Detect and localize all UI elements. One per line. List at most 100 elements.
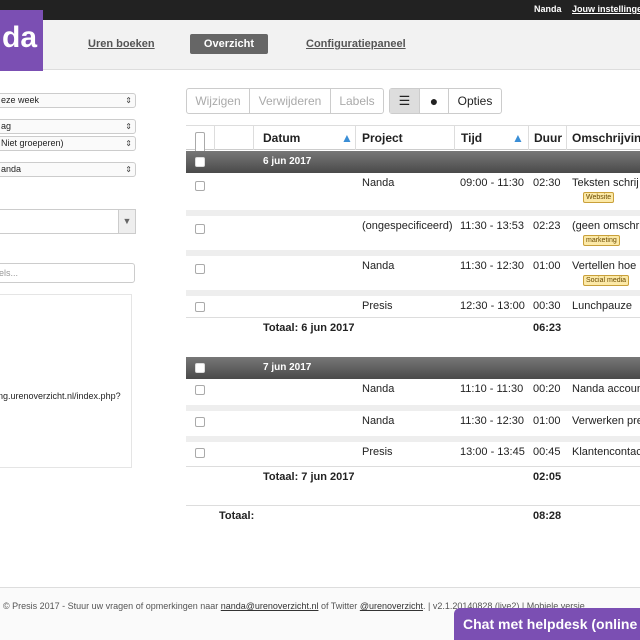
- user-select[interactable]: anda ⇕: [0, 162, 136, 177]
- col-omschrijving[interactable]: Omschrijvin: [572, 126, 640, 150]
- edit-toolbar: Wijzigen Verwijderen Labels: [186, 88, 384, 114]
- row-project: Presis: [362, 446, 393, 458]
- export-url[interactable]: ng.urenoverzicht.nl/index.php?: [0, 391, 121, 401]
- logo[interactable]: da: [0, 10, 43, 71]
- row-checkbox[interactable]: [195, 417, 205, 427]
- grand-total-label: Totaal:: [219, 510, 255, 522]
- col-tijd[interactable]: Tijd: [461, 126, 482, 150]
- row-time: 09:00 - 11:30: [460, 177, 525, 189]
- row-project: Nanda: [362, 260, 395, 272]
- group-total-label: Totaal: 7 jun 2017: [263, 471, 355, 483]
- row-project: Nanda: [362, 177, 395, 189]
- row-time: 11:30 - 12:30: [460, 415, 525, 427]
- row-duration: 00:30: [533, 300, 561, 312]
- row-checkbox[interactable]: [195, 385, 205, 395]
- grand-total: Totaal: 08:28: [186, 505, 640, 529]
- table-row[interactable]: (ongespecificeerd) 11:30 - 13:53 02:23 (…: [186, 210, 640, 250]
- chevron-down-icon[interactable]: ▼: [118, 210, 135, 233]
- col-duur[interactable]: Duur: [534, 126, 562, 150]
- delete-button[interactable]: Verwijderen: [250, 89, 331, 113]
- group-date: 7 jun 2017: [263, 362, 312, 373]
- row-time: 11:30 - 13:53: [460, 220, 525, 232]
- current-user: Nanda: [534, 4, 562, 14]
- sort-asc-icon[interactable]: ▲: [512, 126, 524, 150]
- select-arrow-icon: ⇕: [125, 139, 132, 148]
- row-time: 11:10 - 11:30: [460, 383, 524, 395]
- chat-helpdesk-button[interactable]: Chat met helpdesk (online: [454, 608, 640, 640]
- labels-button[interactable]: Labels: [331, 89, 383, 113]
- table-row[interactable]: Nanda 11:10 - 11:30 00:20 Nanda accoun: [186, 379, 640, 405]
- date-group-header: 7 jun 2017: [186, 357, 640, 379]
- row-duration: 01:00: [533, 260, 561, 272]
- period-value: eze week: [1, 95, 40, 105]
- export-panel: [0, 294, 132, 468]
- row-project: Nanda: [362, 383, 395, 395]
- row-time: 11:30 - 12:30: [460, 260, 525, 272]
- row-description: Verwerken pre: [572, 415, 640, 427]
- row-duration: 00:45: [533, 446, 561, 458]
- row-checkbox[interactable]: [195, 224, 205, 234]
- group1-value: ag: [1, 121, 12, 131]
- table-row[interactable]: Presis 13:00 - 13:45 00:45 Klantencontac: [186, 436, 640, 466]
- row-checkbox[interactable]: [195, 264, 205, 274]
- col-datum[interactable]: Datum: [263, 126, 300, 150]
- group-total-value: 02:05: [533, 471, 562, 483]
- group-select-1[interactable]: ag ⇕: [0, 119, 136, 134]
- row-checkbox[interactable]: [195, 448, 205, 458]
- row-description: (geen omschri: [572, 220, 640, 232]
- user-value: anda: [1, 164, 22, 174]
- list-view-icon[interactable]: ☰: [390, 89, 420, 113]
- table-row[interactable]: Nanda 09:00 - 11:30 02:30 Teksten schrij…: [186, 173, 640, 210]
- main-nav: Uren boeken Overzicht Configuratiepaneel: [0, 20, 640, 70]
- row-project: Nanda: [362, 415, 395, 427]
- group-total-label: Totaal: 6 jun 2017: [263, 322, 355, 334]
- table-row[interactable]: Presis 12:30 - 13:00 00:30 Lunchpauze: [186, 290, 640, 318]
- row-duration: 00:20: [533, 383, 561, 395]
- sort-asc-icon[interactable]: ▲: [341, 126, 353, 150]
- select-arrow-icon: ⇕: [125, 122, 132, 131]
- group-select-2[interactable]: Niet groeperen) ⇕: [0, 136, 136, 151]
- table-row[interactable]: Nanda 11:30 - 12:30 01:00 Vertellen hoe …: [186, 250, 640, 290]
- footer-twitter-link[interactable]: @urenoverzicht: [360, 601, 423, 611]
- group-date: 6 jun 2017: [263, 156, 312, 167]
- label-filter-input[interactable]: els...: [0, 263, 135, 283]
- label-badge: Social media: [583, 275, 630, 286]
- row-description: Lunchpauze: [572, 300, 632, 312]
- settings-link[interactable]: Jouw instellinge: [572, 4, 640, 14]
- footer-mid: of Twitter: [318, 601, 360, 611]
- options-button[interactable]: Opties: [449, 89, 501, 113]
- tab-configuratiepaneel[interactable]: Configuratiepaneel: [306, 34, 406, 54]
- group-checkbox[interactable]: [195, 157, 205, 167]
- row-description: Klantencontac: [572, 446, 640, 458]
- col-project[interactable]: Project: [362, 126, 403, 150]
- row-description: Vertellen hoe l: [572, 260, 640, 272]
- group2-value: Niet groeperen): [1, 138, 64, 148]
- group-total-value: 06:23: [533, 322, 562, 334]
- circle-view-icon[interactable]: ●: [420, 89, 449, 113]
- footer-email-link[interactable]: nanda@urenoverzicht.nl: [221, 601, 319, 611]
- group-total: Totaal: 6 jun 2017 06:23: [186, 317, 640, 341]
- row-project: Presis: [362, 300, 393, 312]
- row-checkbox[interactable]: [195, 181, 205, 191]
- table-header: Datum ▲ Project Tijd ▲ Duur Omschrijvin: [186, 125, 640, 156]
- row-checkbox[interactable]: [195, 302, 205, 312]
- row-duration: 02:30: [533, 177, 561, 189]
- label-badge: Website: [583, 192, 615, 203]
- row-project: (ongespecificeerd): [362, 220, 453, 232]
- row-time: 13:00 - 13:45: [460, 446, 525, 458]
- tab-overzicht[interactable]: Overzicht: [190, 34, 268, 54]
- row-description: Teksten schrij: [572, 177, 639, 189]
- grand-total-value: 08:28: [533, 510, 562, 522]
- select-arrow-icon: ⇕: [125, 96, 132, 105]
- group-checkbox[interactable]: [195, 363, 205, 373]
- top-bar: Nanda Jouw instellinge: [0, 0, 640, 20]
- group-total: Totaal: 7 jun 2017 02:05: [186, 466, 640, 490]
- tab-uren-boeken[interactable]: Uren boeken: [88, 34, 155, 54]
- project-select[interactable]: ▼: [0, 209, 136, 234]
- row-time: 12:30 - 13:00: [460, 300, 525, 312]
- footer-copyright: © Presis 2017 - Stuur uw vragen of opmer…: [3, 601, 221, 611]
- table-row[interactable]: Nanda 11:30 - 12:30 01:00 Verwerken pre: [186, 405, 640, 436]
- edit-button[interactable]: Wijzigen: [187, 89, 250, 113]
- label-badge: marketing: [583, 235, 620, 246]
- period-select[interactable]: eze week ⇕: [0, 93, 136, 108]
